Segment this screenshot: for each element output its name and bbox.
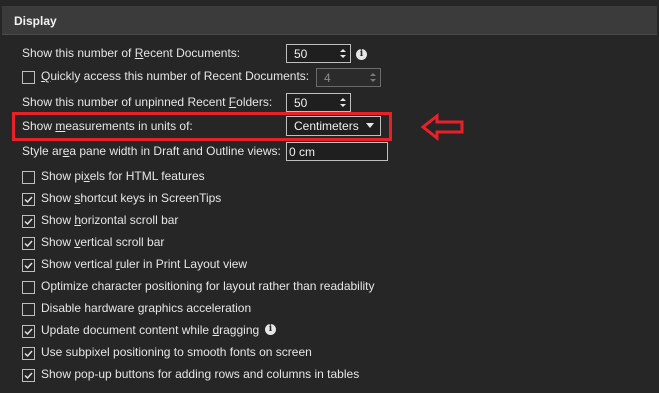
unpinned-folders-value: 50 <box>294 96 308 110</box>
style-area-input[interactable]: 0 cm <box>286 142 388 161</box>
option-label-7: Update document content while dragging <box>41 323 260 337</box>
highlight-box <box>12 112 392 141</box>
checkmark-icon <box>24 350 33 358</box>
option-label-3: Show vertical scroll bar <box>41 235 165 249</box>
option-label-4: Show vertical ruler in Print Layout view <box>41 257 248 271</box>
recent-documents-label: Show this number of Recent Documents: <box>22 46 241 60</box>
style-area-label: Style area pane width in Draft and Outli… <box>22 144 281 158</box>
option-checkbox-5[interactable] <box>22 281 35 294</box>
quick-access-checkbox[interactable] <box>22 71 35 84</box>
recent-documents-value: 50 <box>294 47 308 61</box>
option-label-0: Show pixels for HTML features <box>41 169 205 183</box>
section-title: Display <box>14 14 57 28</box>
quick-access-label: Quickly access this number of Recent Doc… <box>41 69 310 83</box>
spinner-arrows-icon[interactable] <box>368 70 378 85</box>
unpinned-folders-label: Show this number of unpinned Recent Fold… <box>22 95 273 109</box>
spinner-arrows-icon[interactable] <box>338 95 348 110</box>
info-icon[interactable]: i <box>265 324 276 335</box>
option-checkbox-7[interactable] <box>22 325 35 338</box>
option-checkbox-2[interactable] <box>22 215 35 228</box>
checkmark-icon <box>24 262 33 270</box>
option-label-9: Show pop-up buttons for adding rows and … <box>41 367 360 381</box>
option-label-2: Show horizontal scroll bar <box>41 213 179 227</box>
option-checkbox-3[interactable] <box>22 237 35 250</box>
spinner-arrows-icon[interactable] <box>338 46 348 61</box>
recent-documents-spinner[interactable]: 50 <box>286 44 351 63</box>
option-checkbox-1[interactable] <box>22 193 35 206</box>
option-label-5: Optimize character positioning for layou… <box>41 279 375 293</box>
section-header: Display <box>2 6 657 35</box>
left-arrow-outline-icon <box>420 113 464 141</box>
style-area-value: 0 cm <box>289 145 316 159</box>
quick-access-spinner[interactable]: 4 <box>316 68 381 87</box>
checkmark-icon <box>24 372 33 380</box>
checkmark-icon <box>24 328 33 336</box>
unpinned-folders-spinner[interactable]: 50 <box>286 93 351 112</box>
info-icon[interactable]: i <box>356 49 367 60</box>
option-label-1: Show shortcut keys in ScreenTips <box>41 191 222 205</box>
quick-access-value: 4 <box>324 71 331 85</box>
option-label-8: Use subpixel positioning to smooth fonts… <box>41 345 312 359</box>
checkmark-icon <box>24 218 33 226</box>
checkmark-icon <box>24 196 33 204</box>
option-checkbox-9[interactable] <box>22 369 35 382</box>
option-checkbox-4[interactable] <box>22 259 35 272</box>
checkmark-icon <box>24 240 33 248</box>
option-checkbox-8[interactable] <box>22 347 35 360</box>
option-checkbox-0[interactable] <box>22 171 35 184</box>
option-label-6: Disable hardware graphics acceleration <box>41 301 252 315</box>
option-checkbox-6[interactable] <box>22 303 35 316</box>
